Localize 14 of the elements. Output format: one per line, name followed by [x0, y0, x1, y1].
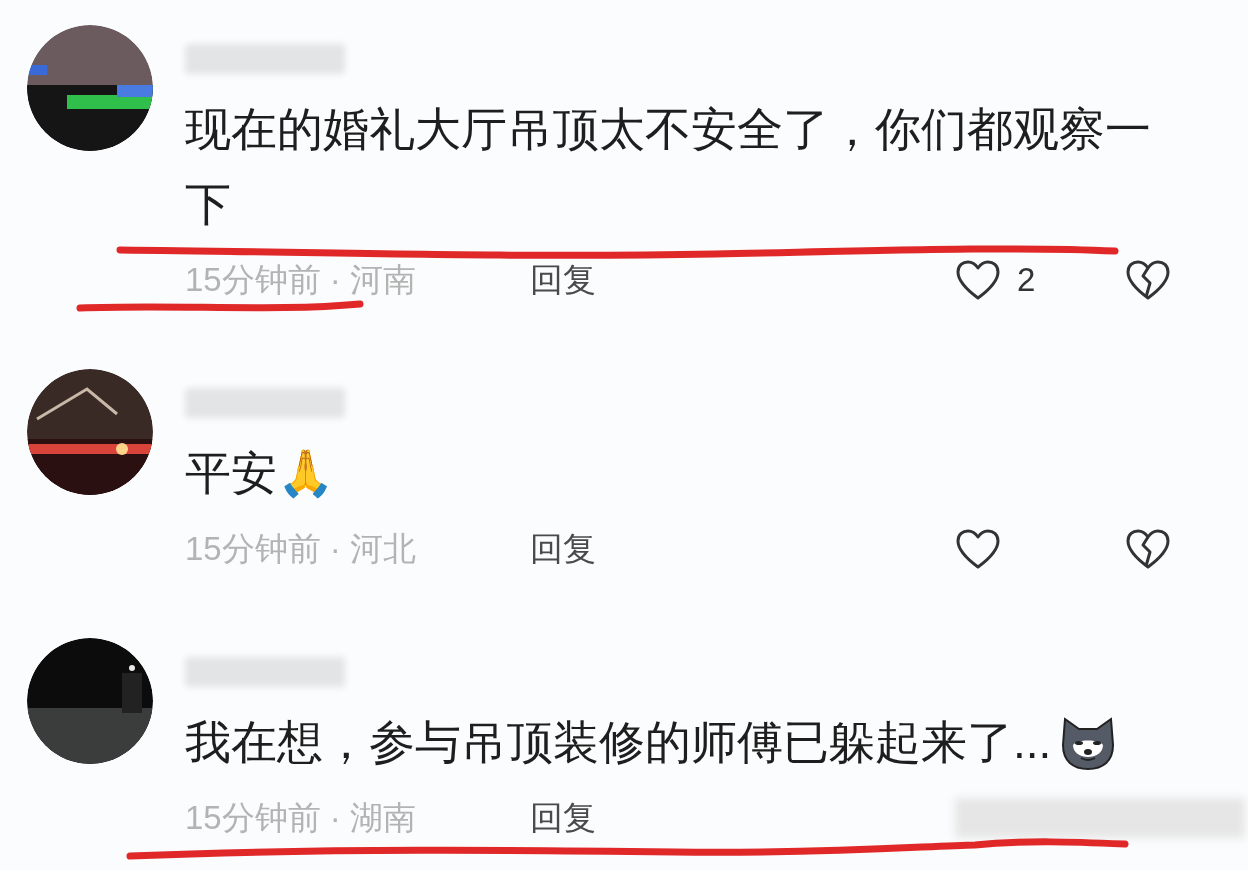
- comment-text: 平安🙏: [185, 446, 334, 501]
- reply-link[interactable]: 回复: [530, 523, 596, 574]
- reply-link[interactable]: 回复: [530, 254, 596, 305]
- reply-link[interactable]: 回复: [530, 792, 596, 843]
- comment-meta: 15分钟前 · 河北: [185, 528, 418, 569]
- like-icon[interactable]: [955, 527, 1001, 570]
- comment-meta: 15分钟前 · 河南: [185, 259, 418, 300]
- comment-text: 我在想，参与吊顶装修的师傅已躲起来了...: [185, 715, 1052, 770]
- like-count: 2: [1017, 259, 1036, 300]
- dislike-icon[interactable]: [1125, 527, 1171, 570]
- comment-meta: 15分钟前 · 湖南: [185, 797, 418, 838]
- dislike-icon[interactable]: [1125, 258, 1171, 301]
- comment-text: 现在的婚礼大厅吊顶太不安全了，你们都观察一下: [185, 102, 1152, 232]
- like-icon[interactable]: [955, 258, 1001, 301]
